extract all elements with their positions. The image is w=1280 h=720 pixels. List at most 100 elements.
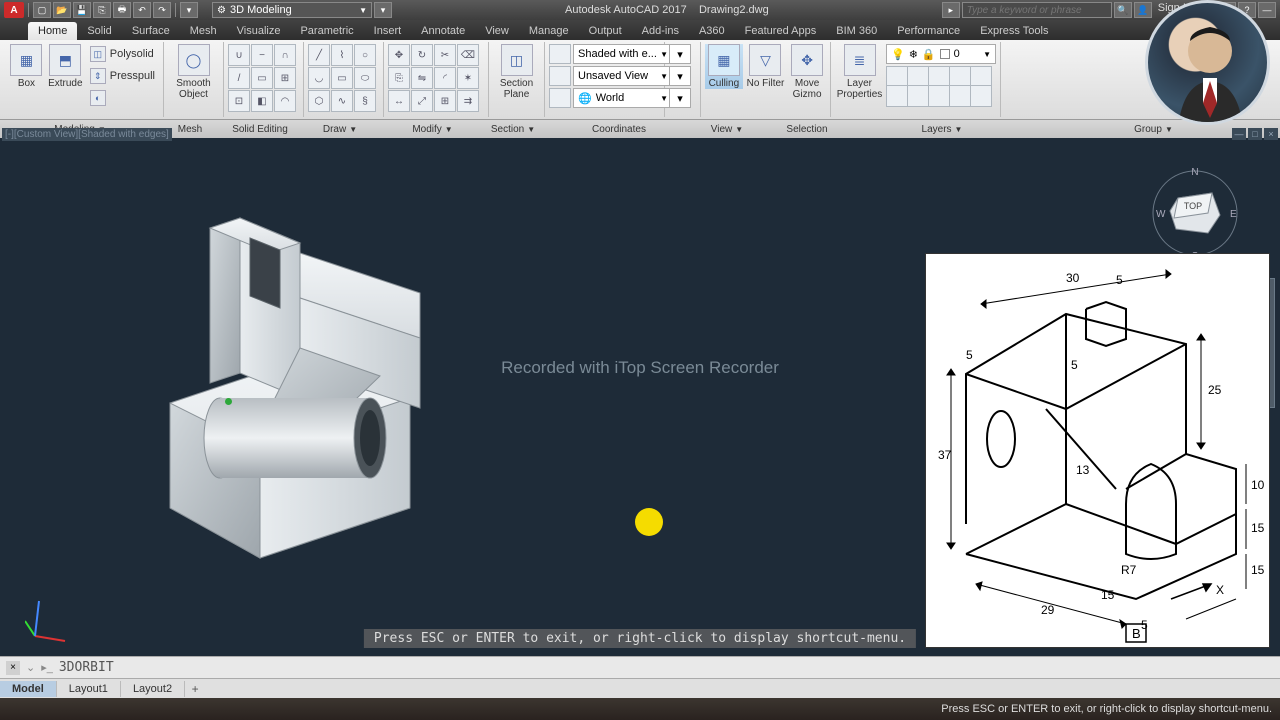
qat-dropdown-icon[interactable]: ▾ (374, 2, 392, 18)
panel-section[interactable]: Section▼ (485, 124, 541, 135)
tab-featured[interactable]: Featured Apps (735, 22, 827, 40)
qat-plot-icon[interactable]: 🖶 (113, 2, 131, 18)
polysolid-button[interactable]: ◫Polysolid (86, 44, 159, 64)
imprint-icon[interactable]: ⊞ (274, 67, 296, 89)
cmdline-recent-icon[interactable]: ⌄ (26, 661, 35, 674)
panel-layers[interactable]: Layers▼ (857, 124, 1027, 135)
extractedges-icon[interactable]: ⊡ (228, 90, 250, 112)
panel-coords[interactable]: Coordinates (541, 124, 697, 135)
tab-model[interactable]: Model (0, 681, 57, 697)
viewcube[interactable]: N S W E TOP (1150, 163, 1240, 263)
qat-open-icon[interactable]: 📂 (53, 2, 71, 18)
offset-icon[interactable]: ⇉ (457, 90, 479, 112)
panel-selection[interactable]: Selection (757, 124, 857, 135)
tab-a360[interactable]: A360 (689, 22, 735, 40)
arc-icon[interactable]: ◡ (308, 67, 330, 89)
tab-performance[interactable]: Performance (887, 22, 970, 40)
namedview-icon[interactable] (549, 66, 571, 86)
app-logo[interactable]: A (4, 2, 24, 18)
qat-undo-icon[interactable]: ↶ (133, 2, 151, 18)
extrude-button[interactable]: ⬒Extrude (47, 44, 84, 89)
polygon-icon[interactable]: ⬡ (308, 90, 330, 112)
line-icon[interactable]: ╱ (308, 44, 330, 66)
offsetedge-icon[interactable]: ◧ (251, 90, 273, 112)
revolve-dropdown[interactable]: ◐ (86, 88, 159, 108)
layerthw-icon[interactable] (928, 85, 950, 107)
cmdline-close-icon[interactable]: × (6, 661, 20, 675)
union-icon[interactable]: ∪ (228, 44, 250, 66)
tab-surface[interactable]: Surface (122, 22, 180, 40)
layerunlk-icon[interactable] (949, 85, 971, 107)
savedview-dropdown[interactable]: Unsaved View▼ (573, 66, 673, 86)
fillet-icon[interactable]: ◜ (434, 67, 456, 89)
qat-more-icon[interactable]: ▾ (180, 2, 198, 18)
min-icon[interactable]: — (1258, 2, 1276, 18)
tab-parametric[interactable]: Parametric (290, 22, 363, 40)
panel-view[interactable]: View▼ (697, 124, 757, 135)
pline-icon[interactable]: ⌇ (331, 44, 353, 66)
tab-express[interactable]: Express Tools (970, 22, 1058, 40)
tab-insert[interactable]: Insert (364, 22, 412, 40)
intersect-icon[interactable]: ∩ (274, 44, 296, 66)
signin-icon[interactable]: 👤 (1134, 2, 1152, 18)
slice-icon[interactable]: / (228, 67, 250, 89)
panel-draw[interactable]: Draw▼ (300, 124, 380, 135)
view-dd3[interactable]: ▾ (669, 88, 691, 108)
tab-output[interactable]: Output (579, 22, 632, 40)
ellipse-icon[interactable]: ⬭ (354, 67, 376, 89)
smoothobject-button[interactable]: ◯ Smooth Object (168, 44, 219, 100)
world-icon[interactable] (549, 88, 571, 108)
explode-icon[interactable]: ✶ (457, 67, 479, 89)
nofilter-button[interactable]: ▽No Filter (745, 44, 787, 89)
tab-solid[interactable]: Solid (77, 22, 121, 40)
vp-max-icon[interactable]: □ (1248, 128, 1262, 140)
tab-visualize[interactable]: Visualize (227, 22, 291, 40)
filletedge-icon[interactable]: ◠ (274, 90, 296, 112)
panel-solidedit[interactable]: Solid Editing (220, 124, 300, 135)
tab-layout2[interactable]: Layout2 (121, 681, 185, 697)
tab-layout1[interactable]: Layout1 (57, 681, 121, 697)
sectionplane-button[interactable]: ◫Section Plane (493, 44, 540, 100)
tab-bim360[interactable]: BIM 360 (826, 22, 887, 40)
move-icon[interactable]: ✥ (388, 44, 410, 66)
layer-dropdown[interactable]: 💡❄🔒0▼ (886, 44, 996, 64)
tab-addins[interactable]: Add-ins (632, 22, 689, 40)
tab-manage[interactable]: Manage (519, 22, 579, 40)
qat-saveas-icon[interactable]: ⎘ (93, 2, 111, 18)
copy-icon[interactable]: ⎘ (388, 67, 410, 89)
movegizmo-button[interactable]: ✥Move Gizmo (788, 44, 826, 100)
layerprops-button[interactable]: ≣Layer Properties (835, 44, 884, 100)
drawing-area[interactable]: [-][Custom View][Shaded with edges] — □ … (0, 138, 1280, 656)
vp-min-icon[interactable]: — (1232, 128, 1246, 140)
viewport-label[interactable]: [-][Custom View][Shaded with edges] (2, 128, 172, 141)
title-nav-icon[interactable]: ▸ (942, 2, 960, 18)
layercur-icon[interactable] (970, 85, 992, 107)
spline-icon[interactable]: ∿ (331, 90, 353, 112)
command-line[interactable]: × ⌄ ▸_ (0, 656, 1280, 678)
view-dd1[interactable]: ▾ (669, 44, 691, 64)
panel-modify[interactable]: Modify▼ (380, 124, 485, 135)
scale-icon[interactable]: ⤢ (411, 90, 433, 112)
erase-icon[interactable]: ⌫ (457, 44, 479, 66)
layeron-icon[interactable] (886, 85, 908, 107)
vp-close-icon[interactable]: × (1264, 128, 1278, 140)
qat-save-icon[interactable]: 💾 (73, 2, 91, 18)
culling-button[interactable]: ▦Culling (705, 44, 743, 89)
add-layout-button[interactable]: + (185, 682, 205, 696)
mirror-icon[interactable]: ⇋ (411, 67, 433, 89)
qat-redo-icon[interactable]: ↷ (153, 2, 171, 18)
visualstyle-dropdown[interactable]: Shaded with e...▼ (573, 44, 673, 64)
infocenter-icon[interactable]: 🔍 (1114, 2, 1132, 18)
rect-icon[interactable]: ▭ (331, 67, 353, 89)
presspull-button[interactable]: ⇕Presspull (86, 66, 159, 86)
ucs-icon[interactable] (549, 44, 571, 64)
subtract-icon[interactable]: − (251, 44, 273, 66)
layerun-icon[interactable] (907, 85, 929, 107)
array-icon[interactable]: ⊞ (434, 90, 456, 112)
qat-new-icon[interactable]: ▢ (33, 2, 51, 18)
box-button[interactable]: ▦Box (8, 44, 45, 89)
keyword-search-input[interactable] (962, 2, 1112, 18)
helix-icon[interactable]: § (354, 90, 376, 112)
command-input[interactable] (59, 660, 759, 675)
stretch-icon[interactable]: ↔ (388, 90, 410, 112)
